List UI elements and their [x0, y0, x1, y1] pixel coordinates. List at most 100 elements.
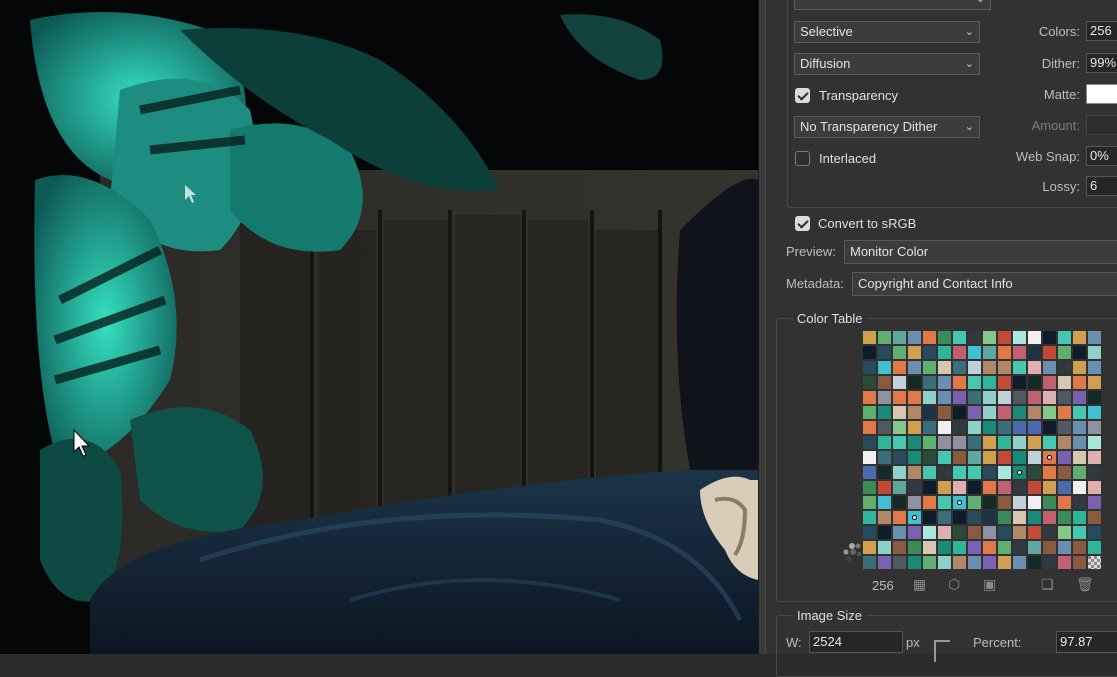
- color-swatch[interactable]: [938, 406, 951, 419]
- color-swatch[interactable]: [1058, 526, 1071, 539]
- color-swatch[interactable]: [1028, 391, 1041, 404]
- color-swatch[interactable]: [1058, 541, 1071, 554]
- color-swatch[interactable]: [1028, 481, 1041, 494]
- color-swatch[interactable]: [908, 526, 921, 539]
- color-swatch[interactable]: [863, 481, 876, 494]
- color-swatch[interactable]: [938, 526, 951, 539]
- color-swatch[interactable]: [938, 541, 951, 554]
- color-swatch[interactable]: [983, 436, 996, 449]
- color-swatch[interactable]: [1013, 436, 1026, 449]
- color-swatch[interactable]: [1013, 391, 1026, 404]
- color-swatch[interactable]: [863, 526, 876, 539]
- color-swatch[interactable]: [983, 421, 996, 434]
- color-swatch[interactable]: [1028, 406, 1041, 419]
- color-swatch[interactable]: [1073, 376, 1086, 389]
- color-swatch[interactable]: [908, 496, 921, 509]
- color-swatch[interactable]: [908, 466, 921, 479]
- color-swatch[interactable]: [893, 556, 906, 569]
- constrain-link-icon[interactable]: [934, 640, 950, 662]
- color-swatch[interactable]: [1043, 406, 1056, 419]
- color-swatch[interactable]: [1043, 556, 1056, 569]
- color-swatch[interactable]: [998, 466, 1011, 479]
- new-color-icon[interactable]: ❏: [1041, 576, 1054, 593]
- color-swatch[interactable]: [878, 376, 891, 389]
- color-swatch[interactable]: [878, 421, 891, 434]
- color-swatch[interactable]: [1043, 481, 1056, 494]
- color-swatch[interactable]: [998, 406, 1011, 419]
- color-swatch[interactable]: [1028, 436, 1041, 449]
- color-swatch[interactable]: [1043, 421, 1056, 434]
- color-swatch[interactable]: [923, 406, 936, 419]
- color-swatch[interactable]: [1073, 451, 1086, 464]
- color-swatch[interactable]: [908, 541, 921, 554]
- color-swatch[interactable]: [968, 421, 981, 434]
- color-swatch[interactable]: [968, 436, 981, 449]
- color-swatch[interactable]: [878, 481, 891, 494]
- color-swatch[interactable]: [1058, 376, 1071, 389]
- color-swatch[interactable]: [908, 451, 921, 464]
- colors-field[interactable]: 256: [1086, 21, 1117, 41]
- color-swatch[interactable]: [998, 346, 1011, 359]
- color-swatch[interactable]: [1013, 511, 1026, 524]
- color-swatch[interactable]: [1013, 451, 1026, 464]
- color-swatch[interactable]: [998, 556, 1011, 569]
- color-swatch[interactable]: [968, 451, 981, 464]
- color-swatch[interactable]: [1013, 406, 1026, 419]
- color-swatch[interactable]: [953, 526, 966, 539]
- color-swatch[interactable]: [968, 496, 981, 509]
- color-swatch[interactable]: [1013, 541, 1026, 554]
- color-swatch[interactable]: [1028, 556, 1041, 569]
- color-swatch[interactable]: [893, 331, 906, 344]
- color-swatch[interactable]: [1013, 361, 1026, 374]
- color-swatch[interactable]: [938, 466, 951, 479]
- color-swatch[interactable]: [998, 421, 1011, 434]
- color-swatch[interactable]: [968, 481, 981, 494]
- color-swatch[interactable]: [1043, 331, 1056, 344]
- color-swatch[interactable]: [863, 451, 876, 464]
- color-swatch[interactable]: [1073, 436, 1086, 449]
- width-field[interactable]: 2524: [809, 631, 903, 653]
- color-swatch[interactable]: [893, 361, 906, 374]
- convert-srgb-checkbox[interactable]: [795, 216, 810, 231]
- color-swatch[interactable]: [983, 481, 996, 494]
- color-swatch[interactable]: [983, 556, 996, 569]
- color-swatch[interactable]: [863, 346, 876, 359]
- color-swatch[interactable]: [968, 346, 981, 359]
- color-swatch[interactable]: [1013, 526, 1026, 539]
- image-preview[interactable]: [0, 0, 758, 654]
- color-swatch[interactable]: [1073, 346, 1086, 359]
- color-swatch[interactable]: [1043, 451, 1056, 464]
- color-swatch[interactable]: [1088, 526, 1101, 539]
- color-swatch[interactable]: [1073, 331, 1086, 344]
- color-swatch[interactable]: [968, 511, 981, 524]
- color-swatch[interactable]: [1073, 511, 1086, 524]
- color-swatch[interactable]: [863, 496, 876, 509]
- color-swatch[interactable]: [908, 361, 921, 374]
- color-swatch[interactable]: [983, 331, 996, 344]
- color-swatch[interactable]: [953, 541, 966, 554]
- color-swatch[interactable]: [983, 346, 996, 359]
- color-swatch[interactable]: [878, 466, 891, 479]
- color-swatch[interactable]: [1028, 511, 1041, 524]
- color-swatch[interactable]: [878, 451, 891, 464]
- color-swatch[interactable]: [1043, 511, 1056, 524]
- color-swatch[interactable]: [878, 511, 891, 524]
- web-shift-icon[interactable]: ⬡: [948, 576, 960, 593]
- color-swatch[interactable]: [1028, 466, 1041, 479]
- color-swatch[interactable]: [1028, 346, 1041, 359]
- color-swatch[interactable]: [983, 526, 996, 539]
- color-swatch[interactable]: [908, 406, 921, 419]
- color-swatch[interactable]: [1043, 376, 1056, 389]
- color-swatch[interactable]: [1073, 541, 1086, 554]
- color-swatch[interactable]: [923, 496, 936, 509]
- color-swatch[interactable]: [953, 421, 966, 434]
- color-swatch[interactable]: [938, 391, 951, 404]
- websnap-field[interactable]: 0%: [1086, 146, 1117, 166]
- color-swatch[interactable]: [983, 511, 996, 524]
- color-swatch[interactable]: [968, 361, 981, 374]
- color-swatch[interactable]: [1073, 421, 1086, 434]
- color-swatch[interactable]: [908, 346, 921, 359]
- color-swatch[interactable]: [1073, 391, 1086, 404]
- color-swatch[interactable]: [893, 436, 906, 449]
- color-swatch[interactable]: [893, 496, 906, 509]
